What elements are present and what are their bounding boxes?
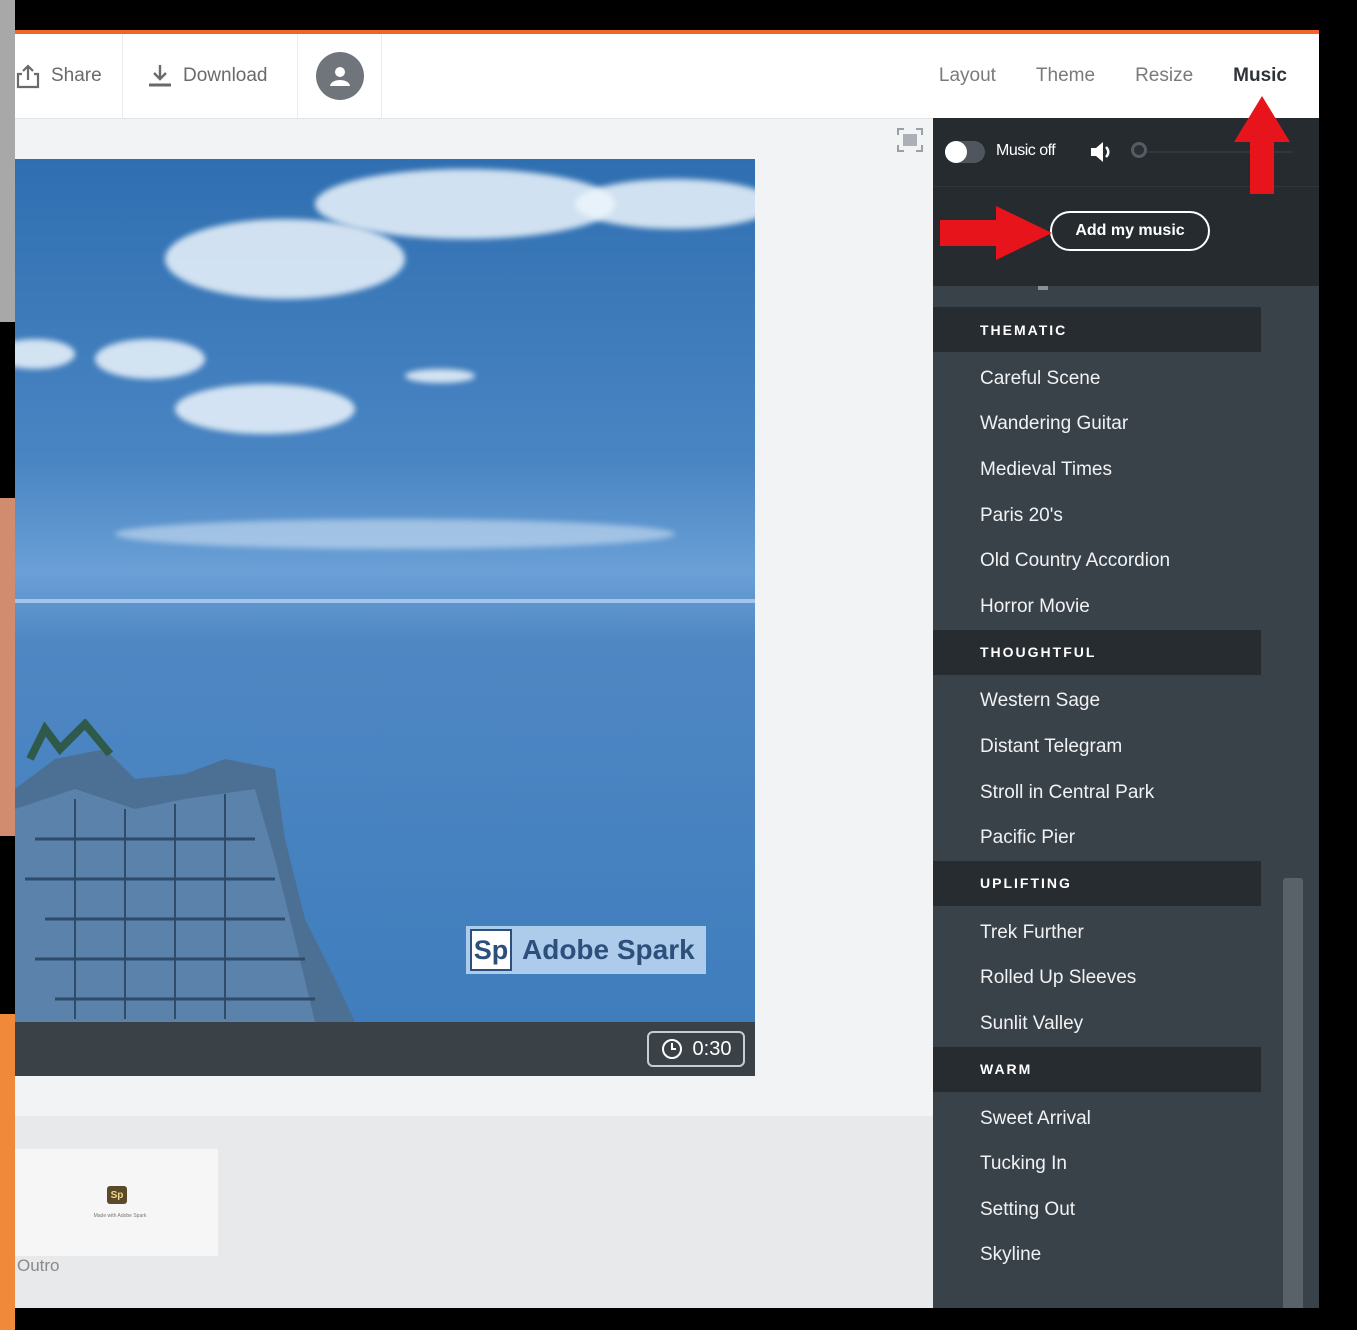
track-item[interactable]: Trek Further [933,910,1261,956]
spark-logo: Sp [107,1186,127,1204]
category-header: UPLIFTING [933,860,1261,906]
top-toolbar: Share Download Layout Theme Resize Music [15,34,1319,119]
panel-scrollbar[interactable] [1283,878,1303,1308]
category-header: WARM [933,1046,1261,1092]
left-edge-strip [0,0,15,322]
app-window: Share Download Layout Theme Resize Music [15,30,1319,1308]
thumbnail-caption: Made with Adobe Spark [93,1213,147,1219]
annotation-arrow-right-icon [940,206,1052,260]
track-item[interactable]: Medieval Times [933,447,1261,493]
user-icon [329,67,350,86]
track-item[interactable]: Sunlit Valley [933,1001,1261,1047]
track-item[interactable]: Sweet Arrival [933,1096,1261,1142]
spark-logo: Sp [470,929,512,971]
track-item[interactable]: Horror Movie [933,584,1261,630]
category-header: THOUGHTFUL [933,629,1261,675]
music-toggle[interactable] [945,141,985,163]
cliff-image [15,719,355,1022]
track-item[interactable]: Pacific Pier [933,815,1261,861]
track-item[interactable]: Old Country Accordion [933,538,1261,584]
music-panel: THEMATIC Careful Scene Wandering Guitar … [933,118,1319,1308]
account-button[interactable] [298,34,382,118]
volume-icon [1091,142,1110,162]
clock-icon [661,1039,682,1059]
share-label: Share [51,65,102,86]
download-label: Download [183,65,268,86]
volume-slider-handle[interactable] [1131,142,1147,158]
slide-filmstrip: Sp Made with Adobe Spark Outro [15,1116,933,1308]
track-item[interactable]: Stroll in Central Park [933,770,1261,816]
left-edge-strip [0,1014,15,1330]
add-my-music-button[interactable]: Add my music [1050,211,1210,251]
slide-footer: 0:30 [15,1022,755,1076]
left-edge-strip [0,498,15,836]
track-item[interactable]: Skyline [933,1233,1261,1279]
slide-image: Sp Adobe Spark [15,159,755,1022]
tab-theme[interactable]: Theme [1036,65,1095,87]
outro-label: Outro [17,1256,60,1275]
music-toggle-label: Music off [996,142,1056,159]
track-item[interactable]: Paris 20's [933,493,1261,539]
slide-preview[interactable]: Sp Adobe Spark 0:30 [15,159,755,1076]
adobe-spark-watermark: Sp Adobe Spark [466,926,706,974]
track-item[interactable]: Wandering Guitar [933,402,1261,448]
share-icon [16,64,40,89]
fullscreen-icon[interactable] [897,128,923,152]
tab-layout[interactable]: Layout [939,65,996,87]
annotation-arrow-up-icon [1234,96,1290,194]
avatar [315,52,364,100]
tab-resize[interactable]: Resize [1135,65,1193,87]
duration-button[interactable]: 0:30 [647,1031,745,1067]
track-item[interactable]: Distant Telegram [933,724,1261,770]
track-item[interactable]: Setting Out [933,1187,1261,1233]
watermark-text: Adobe Spark [522,934,695,965]
download-icon [149,65,171,87]
share-button[interactable]: Share [15,34,123,118]
duration-label: 0:30 [692,1037,732,1060]
download-button[interactable]: Download [123,34,298,118]
music-list: THEMATIC Careful Scene Wandering Guitar … [933,307,1261,1278]
track-item[interactable]: Careful Scene [933,356,1261,402]
track-item[interactable]: Rolled Up Sleeves [933,956,1261,1002]
tab-music[interactable]: Music [1233,65,1287,87]
track-item[interactable]: Tucking In [933,1141,1261,1187]
track-item[interactable]: Western Sage [933,679,1261,725]
outro-thumbnail[interactable]: Sp Made with Adobe Spark [15,1149,218,1256]
category-header: THEMATIC [933,307,1261,352]
